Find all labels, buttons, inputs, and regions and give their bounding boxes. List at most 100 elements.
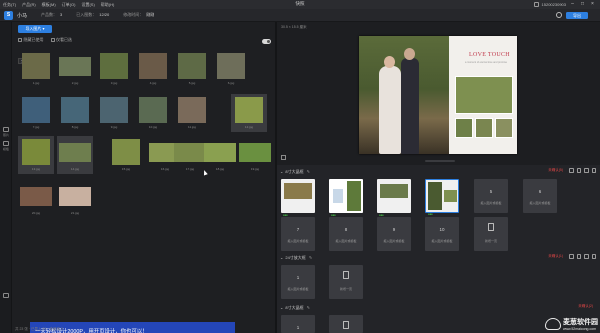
imported-count: 已入图数： 12/20 — [76, 12, 110, 17]
photo-library-panel: 导入图片 ▾ 隐藏已使用 仅看已选 全部 1.jpg 2.jpg 3.jpg 4… — [12, 22, 275, 333]
inset-photo[interactable] — [455, 118, 473, 138]
maximize-icon[interactable]: □ — [579, 1, 586, 7]
edit-icon[interactable]: ✎ — [309, 255, 312, 260]
photo-thumb[interactable]: 11.jpg — [174, 94, 210, 132]
photo-thumb[interactable]: 7.jpg — [18, 94, 54, 132]
message-icon[interactable] — [533, 1, 539, 7]
add-page-button[interactable] — [329, 315, 363, 333]
photo-thumb-selected[interactable]: 13.jpg — [18, 136, 54, 174]
product-section-header[interactable]: ⌄ 24寸放大框 ✎ 未确认(1) — [277, 253, 600, 262]
copy-icon[interactable] — [576, 254, 581, 259]
photo-thumb[interactable]: 8.jpg — [57, 94, 93, 132]
more-icon[interactable] — [591, 168, 596, 173]
import-photos-button[interactable]: 导入图片 ▾ — [18, 25, 52, 33]
menu-product[interactable]: 产品(R) — [22, 2, 36, 8]
menu-settings[interactable]: 设置(S) — [81, 2, 94, 8]
gift-tab[interactable] — [1, 292, 11, 304]
product-section-header[interactable]: ⌄ 8寸大晶框 ✎ 未确认(5) — [277, 167, 600, 176]
add-page-button[interactable]: 新增一页 — [474, 217, 508, 251]
spread-preview: 30.5 × 15.5 厘米 LOVE TOUCH a moment of et… — [277, 22, 600, 165]
chevron-down-icon[interactable]: ⌄ — [280, 169, 283, 174]
photo-thumb[interactable]: 10.jpg — [135, 94, 171, 132]
site-watermark: 麦葱软件园 www.52maicong.com — [545, 317, 598, 331]
photo-thumb[interactable]: 6.jpg — [213, 50, 249, 88]
empty-page-card[interactable]: 1 拖入图片或模板 — [281, 265, 315, 299]
photo-thumb[interactable]: 5.jpg — [174, 50, 210, 88]
empty-page-card[interactable]: 5 拖入图片或模板 — [474, 179, 508, 213]
close-icon[interactable]: × — [589, 1, 596, 7]
menu-bar: 任务(T) 产品(R) 模板(M) 订单(O) 设置(S) 帮助(H) 快照 1… — [0, 0, 600, 9]
inset-photo[interactable] — [455, 76, 513, 114]
inset-photo[interactable] — [475, 118, 493, 138]
product-section-header[interactable]: ⌄ 8寸大晶框 ✎ 未确认(2) — [277, 303, 600, 312]
photo-thumb-selected[interactable]: 14.jpg — [57, 136, 93, 174]
empty-page-card[interactable]: 1 — [281, 315, 315, 333]
selected-only-checkbox[interactable]: 仅看已选 — [50, 37, 72, 43]
empty-page-card[interactable]: 7 拖入图片或模板 — [281, 217, 315, 251]
library-status: 共 23 张 · 已导入 20 · 未使用 3 — [15, 327, 63, 331]
hide-used-checkbox[interactable]: 隐藏已使用 — [18, 37, 44, 43]
new-page-icon — [488, 223, 494, 231]
menu-help[interactable]: 帮助(H) — [101, 2, 115, 8]
modified-time: 修改时间： 刚刚 — [123, 12, 155, 17]
copy-icon[interactable] — [576, 168, 581, 173]
window-controls: 15200230903 – □ × — [533, 1, 596, 7]
chevron-down-icon[interactable]: ⌄ — [280, 305, 283, 310]
spread-size-label: 30.5 × 15.5 厘米 — [281, 25, 307, 29]
edit-section-icon[interactable] — [584, 168, 589, 173]
delete-icon[interactable] — [569, 168, 574, 173]
spread-subtitle: a moment of eternal love and promise — [465, 61, 507, 64]
photo-icon — [3, 127, 9, 132]
project-name: 小马 — [17, 12, 28, 19]
minimize-icon[interactable]: – — [569, 1, 576, 7]
empty-page-card[interactable]: 6 拖入图片或模板 — [523, 179, 557, 213]
delete-icon[interactable] — [569, 254, 574, 259]
layout-editor-panel: 30.5 × 15.5 厘米 LOVE TOUCH a moment of et… — [277, 22, 600, 333]
empty-page-card[interactable]: 8 拖入图片或模板 — [329, 217, 363, 251]
edit-section-icon[interactable] — [584, 254, 589, 259]
view-toggle[interactable] — [262, 39, 271, 44]
sync-icon[interactable] — [556, 12, 562, 18]
page-card[interactable]: ●●● — [377, 179, 411, 217]
edit-icon[interactable]: ✎ — [307, 305, 310, 310]
unconfirmed-tag: 未确认(2) — [578, 304, 593, 308]
photo-thumb[interactable]: 9.jpg — [96, 94, 132, 132]
unconfirmed-tag: 未确认(5) — [548, 168, 563, 172]
more-icon[interactable] — [591, 254, 596, 259]
menu-order[interactable]: 订单(O) — [62, 2, 76, 8]
photo-thumb[interactable]: 3.jpg — [96, 50, 132, 88]
photo-thumb[interactable]: 15.jpg — [108, 136, 144, 174]
spread-title: LOVE TOUCH — [469, 52, 510, 58]
photo-thumb[interactable]: 1.jpg — [18, 50, 54, 88]
app-logo-icon: S — [4, 10, 13, 20]
photos-tab[interactable]: 照片 — [1, 126, 11, 138]
page-card[interactable]: ●●● — [329, 179, 363, 217]
templates-tab[interactable]: 模板 — [1, 140, 11, 152]
photo-thumb[interactable]: 21.jpg — [57, 180, 93, 218]
page-card-selected[interactable]: ●●● — [425, 179, 459, 216]
menu-template[interactable]: 模板(M) — [42, 2, 56, 8]
menu-task[interactable]: 任务(T) — [3, 2, 16, 8]
empty-page-card[interactable]: 10 拖入图片或模板 — [425, 217, 459, 251]
photo-thumb[interactable]: 19.jpg — [237, 136, 273, 174]
export-button[interactable]: 导出 — [566, 12, 588, 19]
product-count: 产品数： 3 — [41, 12, 63, 17]
inset-photo[interactable] — [495, 118, 513, 138]
photo-thumb[interactable]: 4.jpg — [135, 50, 171, 88]
add-page-button[interactable]: 新增一页 — [329, 265, 363, 299]
fullscreen-icon[interactable] — [281, 155, 286, 160]
preview-scrollbar[interactable] — [425, 160, 455, 162]
empty-page-card[interactable]: 9 拖入图片或模板 — [377, 217, 411, 251]
page-card[interactable]: ●●● — [281, 179, 315, 217]
account-text[interactable]: 15200230903 — [542, 2, 566, 7]
template-icon — [3, 141, 9, 146]
photo-thumb[interactable]: 18.jpg — [202, 136, 238, 174]
project-bar: S 小马 产品数： 3 已入图数： 12/20 修改时间： 刚刚 导出 — [0, 9, 600, 22]
photo-thumb-selected[interactable]: 12.jpg — [231, 94, 267, 132]
album-spread[interactable]: LOVE TOUCH a moment of eternal love and … — [359, 36, 517, 154]
photo-thumb[interactable]: 2.jpg — [57, 50, 93, 88]
chevron-down-icon[interactable]: ⌄ — [280, 255, 283, 260]
photo-thumb[interactable]: 20.jpg — [18, 180, 54, 218]
new-page-icon — [343, 271, 349, 279]
edit-icon[interactable]: ✎ — [307, 169, 310, 174]
